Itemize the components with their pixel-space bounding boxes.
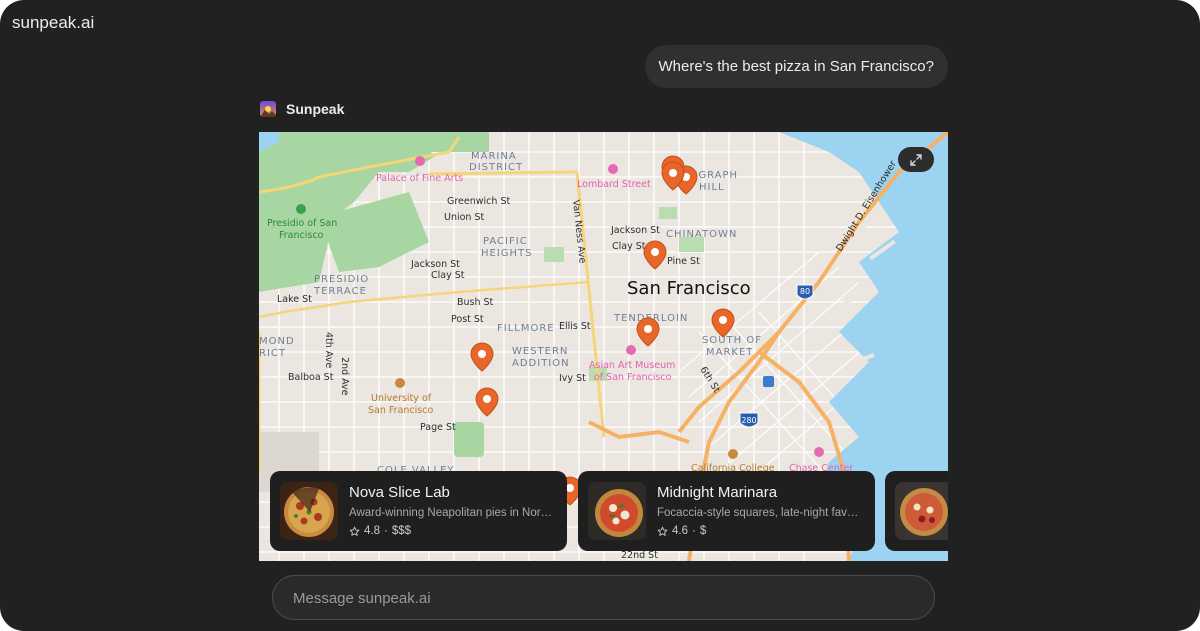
star-icon: [657, 526, 668, 536]
map-street-22nd: 22nd St: [621, 550, 658, 561]
place-description: Focaccia-style squares, late-night favor…: [657, 507, 862, 519]
user-message-bubble: Where's the best pizza in San Francisco?: [644, 45, 948, 88]
map-street-lake: Lake St: [277, 294, 312, 305]
map-label-mond: MOND: [259, 336, 295, 347]
map-street-4th-ave: 4th Ave: [323, 332, 334, 368]
meta-separator: ·: [384, 525, 388, 537]
map-poi-usf: University of: [371, 393, 432, 404]
map-label-presidio: PRESIDIO: [314, 274, 369, 285]
map-label-rict: RICT: [259, 348, 286, 359]
place-price: $: [699, 525, 707, 537]
map-street-clay-west: Clay St: [431, 270, 465, 281]
place-card-nova-slice-lab[interactable]: Nova Slice Lab Award-winning Neapolitan …: [270, 471, 567, 551]
place-rating: 4.6: [672, 525, 688, 537]
place-thumbnail-image: [895, 482, 948, 540]
map-poi-palace-fine-arts: Palace of Fine Arts: [376, 173, 463, 184]
map-street-pine: Pine St: [667, 256, 700, 267]
assistant-name: Sunpeak: [286, 101, 345, 117]
place-price: $$$: [391, 525, 412, 537]
map-street-jackson-west: Jackson St: [410, 259, 460, 270]
map-street-greenwich: Greenwich St: [447, 196, 510, 207]
star-icon: [349, 526, 360, 536]
place-rating: 4.8: [364, 525, 380, 537]
map-street-bush: Bush St: [457, 297, 494, 308]
map-label-district: DISTRICT: [469, 162, 523, 173]
map-poi-usf-sf: San Francisco: [368, 405, 433, 416]
map-poi-asian-art-sf: of San Francisco: [594, 372, 672, 383]
sunpeak-logo-icon: [260, 101, 276, 117]
map-street-jackson-east: Jackson St: [610, 225, 660, 236]
map-label-chinatown: CHINATOWN: [666, 229, 737, 240]
assistant-header: Sunpeak: [260, 101, 344, 117]
place-meta: 4.6 · $: [657, 524, 862, 538]
map-label-telegraph: EGRAPH: [691, 170, 738, 181]
map-label-heights: HEIGHTS: [481, 248, 533, 259]
map-street-2nd-ave: 2nd Ave: [339, 357, 350, 396]
map-street-union: Union St: [444, 212, 484, 223]
map-label-market: MARKET: [706, 347, 753, 358]
map-street-ivy: Ivy St: [559, 373, 586, 384]
map-poi-presidio-francisco: Francisco: [279, 230, 324, 241]
expand-icon: [910, 153, 922, 166]
map-shield-280: 280: [741, 416, 756, 425]
map-street-ellis: Ellis St: [559, 321, 591, 332]
map-label-south-of: SOUTH OF: [702, 335, 762, 346]
place-name: Nova Slice Lab: [349, 484, 450, 501]
map-label-fillmore: FILLMORE: [497, 323, 555, 334]
map-label-western: WESTERN: [512, 346, 568, 357]
map-shield-80: 80: [800, 287, 810, 296]
place-card-third[interactable]: [885, 471, 948, 551]
meta-separator: ·: [692, 525, 696, 537]
brand-title: sunpeak.ai: [12, 13, 95, 32]
map-label-terrace: TERRACE: [313, 286, 367, 297]
map-city-label: San Francisco: [627, 278, 751, 299]
place-name: Midnight Marinara: [657, 484, 778, 501]
message-composer[interactable]: [272, 575, 935, 621]
map-poi-presidio: Presidio of San: [267, 218, 337, 229]
map-label-marina: MARINA: [471, 151, 517, 162]
map-street-post: Post St: [451, 314, 484, 325]
map-label-pacific: PACIFIC: [483, 236, 528, 247]
map-poi-lombard-street: Lombard Street: [577, 179, 651, 190]
map-view[interactable]: MARINA DISTRICT PACIFIC HEIGHTS PRESIDIO…: [259, 132, 948, 561]
message-input[interactable]: [291, 576, 915, 621]
map-label-addition: ADDITION: [512, 358, 570, 369]
place-card-midnight-marinara[interactable]: Midnight Marinara Focaccia-style squares…: [578, 471, 875, 551]
place-thumbnail-image: [280, 482, 338, 540]
place-description: Award-winning Neapolitan pies in North B…: [349, 507, 554, 519]
map-expand-button[interactable]: [898, 147, 934, 172]
map-label-hill: HILL: [699, 182, 725, 193]
app-window: sunpeak.ai Where's the best pizza in San…: [0, 0, 1200, 631]
map-street-page: Page St: [420, 422, 456, 433]
map-street-clay-east: Clay St: [612, 241, 646, 252]
map-street-balboa: Balboa St: [288, 372, 334, 383]
map-poi-asian-art: Asian Art Museum: [589, 360, 675, 371]
place-meta: 4.8 · $$$: [349, 524, 554, 538]
place-thumbnail-image: [588, 482, 646, 540]
